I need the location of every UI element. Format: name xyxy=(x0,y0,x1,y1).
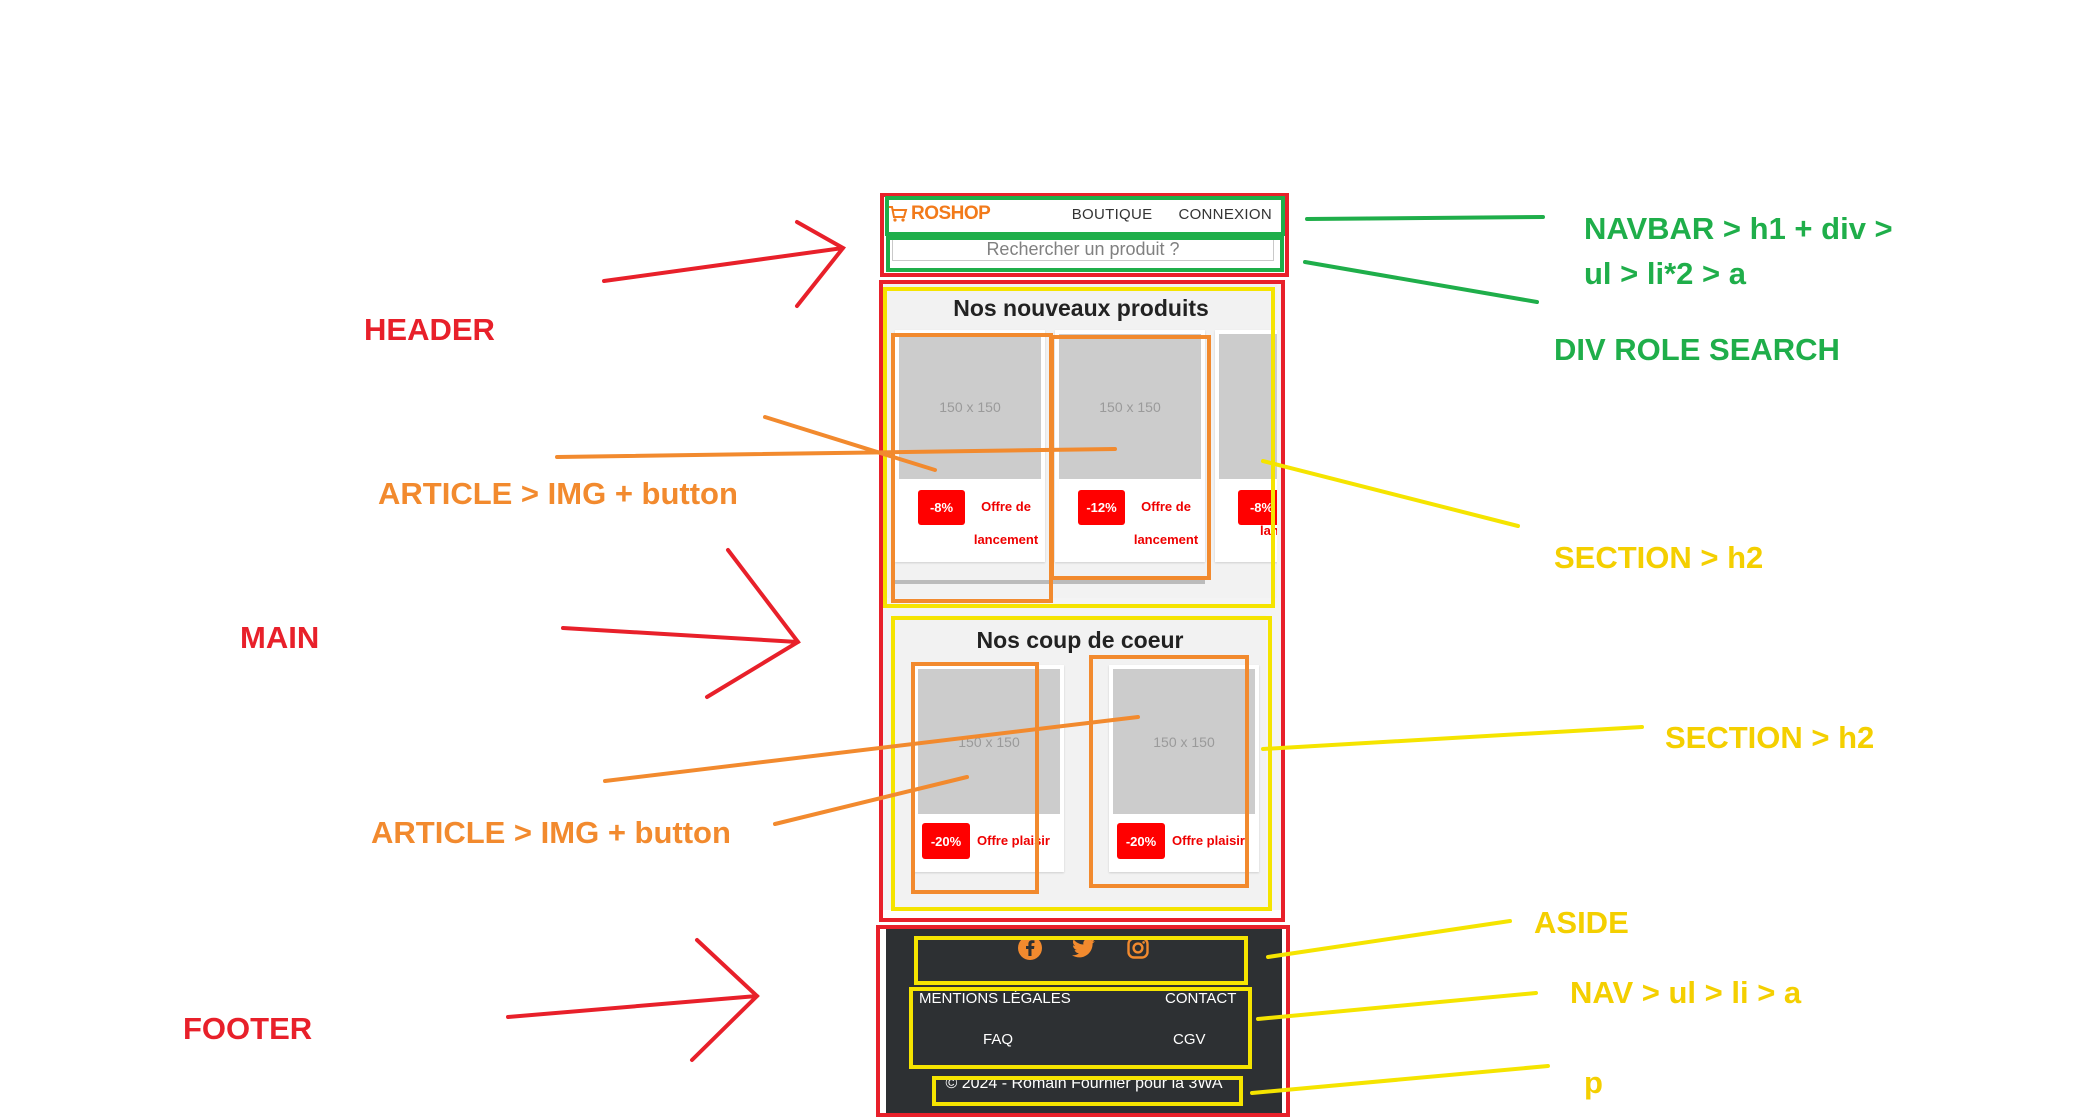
section-title: Nos coup de coeur xyxy=(976,627,1184,653)
product-card[interactable]: 150 x 150 -20% Offre plaisir xyxy=(1109,665,1259,872)
page-mockup: ROSHOP BOUTIQUE CONNEXION Rechercher un … xyxy=(880,195,1285,1115)
line-search xyxy=(1303,260,1539,304)
header: ROSHOP BOUTIQUE CONNEXION Rechercher un … xyxy=(880,195,1285,273)
copyright-text: © 2024 - Romain Fournier pour la 3WA xyxy=(945,1075,1223,1092)
product-image: 150 x 150 xyxy=(918,669,1060,814)
cart-icon xyxy=(889,206,908,222)
instagram-icon[interactable] xyxy=(1125,935,1151,961)
label-nav: NAV > ul > li > a xyxy=(1570,975,1802,1010)
line-section-2 xyxy=(1261,725,1644,751)
main: Nos nouveaux produits 150 x 150 -8% Offr… xyxy=(882,280,1282,910)
offer-label: Offre de lancement xyxy=(1133,499,1199,547)
line-navbar xyxy=(1305,215,1545,221)
label-article-2: ARTICLE > IMG + button xyxy=(371,815,731,850)
label-main: MAIN xyxy=(240,620,320,655)
label-p: p xyxy=(1584,1065,1603,1100)
section-new-products: Nos nouveaux produits 150 x 150 -8% Offr… xyxy=(885,280,1277,598)
footer-link-cgv[interactable]: CGV xyxy=(1173,1031,1206,1048)
nav-link-boutique[interactable]: BOUTIQUE xyxy=(1072,206,1153,223)
arrow-main xyxy=(561,548,801,699)
nav-links: BOUTIQUE CONNEXION xyxy=(1072,206,1278,223)
offer-label: lan xyxy=(1260,523,1277,538)
footer-link-contact[interactable]: CONTACT xyxy=(1165,990,1236,1007)
logo[interactable]: ROSHOP xyxy=(888,203,991,225)
label-section-1: SECTION > h2 xyxy=(1554,540,1764,575)
label-navbar: NAVBAR > h1 + div > xyxy=(1584,211,1893,246)
section-favorites: Nos coup de coeur 150 x 150 -20% Offre p… xyxy=(894,615,1266,900)
line-p xyxy=(1250,1064,1550,1095)
product-image: 150 xyxy=(1219,334,1277,479)
section-title: Nos nouveaux produits xyxy=(953,295,1209,321)
product-card[interactable]: 150 x 150 -8% Offre de lancement xyxy=(895,330,1045,562)
product-card[interactable]: 150 x 150 -20% Offre plaisir xyxy=(914,665,1064,872)
footer-link-faq[interactable]: FAQ xyxy=(983,1031,1013,1048)
line-aside xyxy=(1266,919,1512,959)
arrow-header xyxy=(602,220,847,308)
footer: MENTIONS LÉGALES CONTACT FAQ CGV © 2024 … xyxy=(886,925,1282,1115)
product-image: 150 x 150 xyxy=(899,334,1041,479)
label-footer: FOOTER xyxy=(183,1011,313,1046)
label-search-role: DIV ROLE SEARCH xyxy=(1554,332,1840,367)
product-card[interactable]: 150 x 150 -12% Offre de lancement xyxy=(1055,330,1205,562)
twitter-icon[interactable] xyxy=(1071,935,1097,961)
label-article-1: ARTICLE > IMG + button xyxy=(378,476,738,511)
footer-link-mentions[interactable]: MENTIONS LÉGALES xyxy=(919,990,1071,1007)
nav-link-connexion[interactable]: CONNEXION xyxy=(1178,206,1272,223)
social-links xyxy=(886,935,1282,961)
discount-button[interactable]: -20% xyxy=(1117,823,1165,859)
discount-button[interactable]: -8% xyxy=(918,490,965,525)
product-image: 150 x 150 xyxy=(1113,669,1255,814)
offer-label: Offre plaisir xyxy=(1172,833,1245,848)
brand-name: ROSHOP xyxy=(911,203,991,224)
offer-label: Offre de lancement xyxy=(973,499,1039,547)
product-image: 150 x 150 xyxy=(1059,334,1201,479)
navbar: ROSHOP BOUTIQUE CONNEXION xyxy=(888,199,1278,229)
label-navbar-2: ul > li*2 > a xyxy=(1584,256,1746,291)
offer-label: Offre plaisir xyxy=(977,833,1050,848)
line-section-1 xyxy=(1261,459,1520,528)
search-input[interactable]: Rechercher un produit ? xyxy=(892,237,1274,261)
arrow-footer xyxy=(506,938,760,1062)
label-section-2: SECTION > h2 xyxy=(1665,720,1875,755)
product-card[interactable]: 150 -8% lan xyxy=(1215,330,1277,562)
label-aside: ASIDE xyxy=(1534,905,1629,940)
discount-button[interactable]: -20% xyxy=(922,823,970,859)
horizontal-scrollbar[interactable] xyxy=(895,580,1205,584)
discount-button[interactable]: -12% xyxy=(1078,490,1125,525)
facebook-icon[interactable] xyxy=(1017,935,1043,961)
label-header: HEADER xyxy=(364,312,495,347)
line-nav xyxy=(1256,991,1538,1021)
